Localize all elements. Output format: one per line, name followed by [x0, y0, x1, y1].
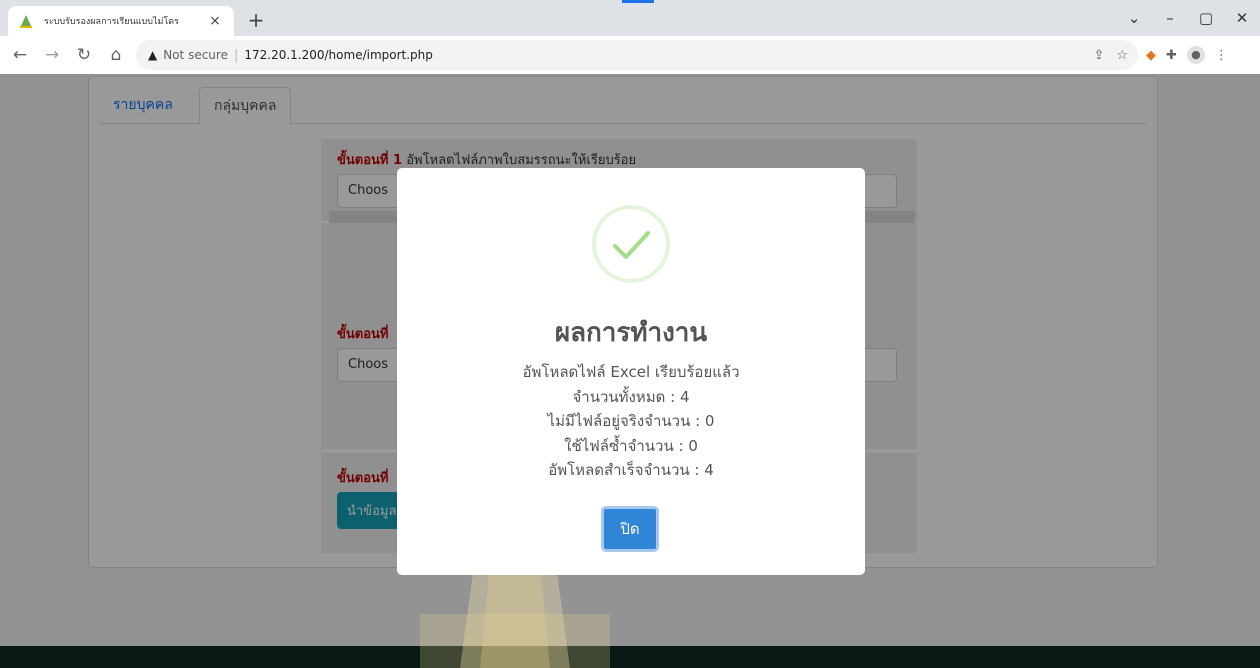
tab-search-icon[interactable]: ⌄: [1116, 9, 1152, 27]
puzzle-extensions-icon[interactable]: ✚: [1166, 48, 1177, 63]
modal-content: อัพโหลดไฟล์ Excel เรียบร้อยแล้ว จำนวนทั้…: [397, 360, 865, 483]
result-line-success: อัพโหลดสำเร็จจำนวน : 4: [548, 461, 714, 479]
reload-icon[interactable]: ↻: [72, 45, 96, 65]
minimize-icon[interactable]: –: [1152, 9, 1188, 27]
metamask-fox-icon[interactable]: ◆: [1146, 48, 1156, 63]
omnibox-actions: ⇪ ☆: [1093, 40, 1128, 70]
share-icon[interactable]: ⇪: [1093, 48, 1104, 63]
window-controls: ⌄ – ▢ ✕: [1116, 0, 1260, 36]
result-line-duplicate: ใช้ไฟล์ซ้ำจำนวน : 0: [564, 436, 698, 455]
url-text[interactable]: 172.20.1.200/home/import.php: [244, 48, 433, 62]
new-tab-button[interactable]: +: [244, 9, 268, 33]
success-check-icon: [592, 205, 670, 283]
tab-close-icon[interactable]: ×: [206, 13, 224, 29]
url-separator: |: [233, 47, 239, 63]
kebab-menu-icon[interactable]: ⋮: [1215, 48, 1228, 63]
extensions-area: ◆ ✚ ● ⋮: [1146, 40, 1228, 70]
modal-title: ผลการทำงาน: [554, 318, 708, 348]
result-line-missing: ไม่มีไฟล์อยู่จริงจำนวน : 0: [547, 412, 715, 430]
warning-icon[interactable]: ▲: [148, 48, 157, 62]
close-modal-button[interactable]: ปิด: [601, 506, 659, 552]
home-icon[interactable]: ⌂: [104, 45, 128, 65]
browser-tab[interactable]: ระบบรับรองผลการเรียนแบบไม่โดร ×: [8, 6, 234, 36]
temple-favicon-icon: [18, 13, 34, 29]
address-bar[interactable]: ▲ Not secure | 172.20.1.200/home/import.…: [136, 40, 1138, 70]
forward-arrow-icon[interactable]: →: [40, 45, 64, 65]
restore-icon[interactable]: ▢: [1188, 9, 1224, 27]
not-secure-label: Not secure: [163, 48, 228, 62]
back-arrow-icon[interactable]: ←: [8, 45, 32, 65]
browser-toolbar: ← → ↻ ⌂ ▲ Not secure | 172.20.1.200/home…: [0, 36, 1260, 74]
result-line-uploaded: อัพโหลดไฟล์ Excel เรียบร้อยแล้ว: [522, 363, 740, 381]
top-indicator: [622, 0, 654, 3]
tab-title: ระบบรับรองผลการเรียนแบบไม่โดร: [44, 17, 179, 27]
result-line-total: จำนวนทั้งหมด : 4: [572, 387, 690, 406]
browser-tab-strip: ระบบรับรองผลการเรียนแบบไม่โดร × + ⌄ – ▢ …: [0, 0, 1260, 36]
bookmark-star-icon[interactable]: ☆: [1116, 48, 1128, 63]
close-window-icon[interactable]: ✕: [1224, 9, 1260, 27]
profile-avatar-icon[interactable]: ●: [1186, 46, 1205, 64]
result-modal: ผลการทำงาน อัพโหลดไฟล์ Excel เรียบร้อยแล…: [397, 168, 865, 575]
